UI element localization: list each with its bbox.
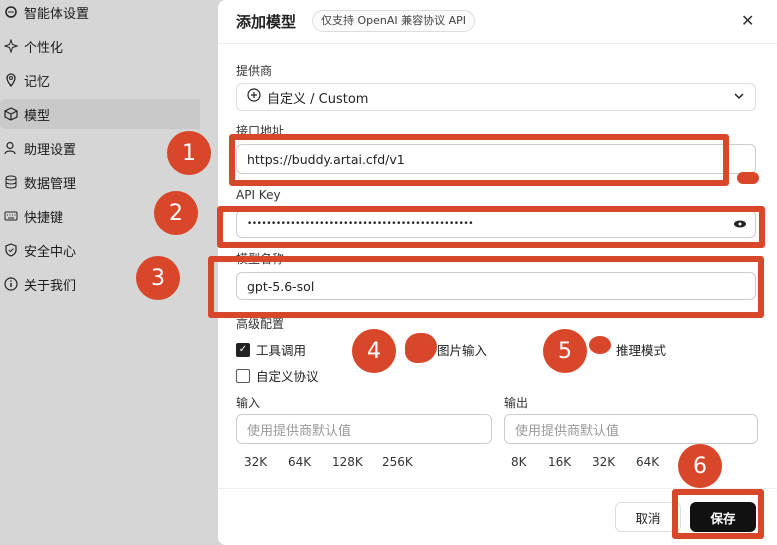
- cube-icon: [4, 107, 18, 121]
- annotation-number-2: 2: [154, 191, 198, 235]
- dialog-title: 添加模型: [236, 13, 297, 31]
- settings-sidebar: 智能体设置 个性化 记忆 模型 助理设置 数据管理 快捷键 安全中心 关于我们: [0, 0, 218, 545]
- image-input-checkbox[interactable]: 图片输入: [437, 340, 487, 359]
- annotation-box-endpoint: [229, 134, 729, 186]
- annotation-box-model-name: [208, 256, 764, 318]
- output-context-field[interactable]: 使用提供商默认值: [504, 414, 758, 444]
- plus-circle-icon: [247, 88, 261, 106]
- provider-select[interactable]: 自定义 / Custom: [236, 83, 756, 111]
- output-context-label: 输出: [504, 396, 529, 410]
- input-chip-64k[interactable]: 64K: [288, 455, 311, 469]
- checkbox-box: [236, 368, 250, 383]
- sparkle-icon: [4, 39, 18, 53]
- sidebar-item-label: 个性化: [24, 40, 64, 56]
- compat-badge: 仅支持 OpenAI 兼容协议 API: [312, 10, 476, 32]
- sidebar-item-label: 智能体设置: [24, 6, 90, 22]
- annotation-number-5: 5: [543, 329, 587, 373]
- sidebar-item-label: 数据管理: [24, 176, 77, 192]
- output-chip-64k[interactable]: 64K: [636, 455, 659, 469]
- annotation-number-3: 3: [136, 256, 180, 300]
- keyboard-icon: [4, 209, 18, 223]
- reasoning-checkbox[interactable]: 推理模式: [616, 340, 666, 359]
- agent-icon: [4, 5, 18, 19]
- sidebar-item-shortcuts[interactable]: 快捷键: [4, 201, 63, 231]
- placeholder-text: 使用提供商默认值: [515, 423, 620, 439]
- sidebar-item-assistant[interactable]: 助理设置: [4, 133, 76, 163]
- checkbox-label: 工具调用: [256, 343, 307, 358]
- annotation-box-save: [672, 489, 764, 539]
- sidebar-item-label: 助理设置: [24, 142, 77, 158]
- sidebar-item-label: 记忆: [24, 74, 51, 90]
- input-chip-32k[interactable]: 32K: [244, 455, 267, 469]
- annotation-number-1: 1: [167, 131, 211, 175]
- custom-protocol-checkbox[interactable]: 自定义协议: [236, 366, 319, 385]
- api-key-label: API Key: [236, 188, 281, 202]
- annotation-mark: [589, 336, 611, 354]
- database-icon: [4, 175, 18, 189]
- sidebar-item-agent[interactable]: 智能体设置: [4, 0, 89, 27]
- close-icon[interactable]: ✕: [741, 11, 754, 30]
- annotation-number-4: 4: [352, 329, 396, 373]
- user-icon: [4, 141, 18, 155]
- annotation-box-api-key: [217, 206, 765, 248]
- chevron-down-icon: [733, 90, 745, 106]
- checkbox-label: 图片输入: [437, 343, 488, 358]
- output-chip-8k[interactable]: 8K: [511, 455, 527, 469]
- checkbox-label: 自定义协议: [256, 369, 319, 384]
- info-icon: [4, 277, 18, 291]
- sidebar-item-security[interactable]: 安全中心: [4, 235, 76, 265]
- divider: [218, 43, 777, 44]
- placeholder-text: 使用提供商默认值: [247, 423, 352, 439]
- sidebar-item-memory[interactable]: 记忆: [4, 65, 50, 95]
- sidebar-item-label: 快捷键: [24, 210, 64, 226]
- sidebar-item-about[interactable]: 关于我们: [4, 269, 76, 299]
- shield-icon: [4, 243, 18, 257]
- input-context-label: 输入: [236, 396, 261, 410]
- provider-value: 自定义 / Custom: [267, 91, 369, 107]
- input-chip-128k[interactable]: 128K: [332, 455, 363, 469]
- checkbox-label: 推理模式: [616, 343, 667, 358]
- annotation-number-6: 6: [678, 444, 722, 488]
- sidebar-item-personalize[interactable]: 个性化: [4, 31, 63, 61]
- sidebar-item-label: 关于我们: [24, 278, 77, 294]
- input-chip-256k[interactable]: 256K: [382, 455, 413, 469]
- provider-label: 提供商: [236, 64, 273, 78]
- pin-icon: [4, 73, 18, 87]
- sidebar-item-label: 安全中心: [24, 244, 77, 260]
- annotation-mark: [737, 172, 759, 184]
- sidebar-item-data[interactable]: 数据管理: [4, 167, 76, 197]
- output-chip-16k[interactable]: 16K: [548, 455, 571, 469]
- check-icon: ✓: [236, 342, 250, 357]
- sidebar-item-models[interactable]: 模型: [0, 99, 204, 129]
- output-chip-32k[interactable]: 32K: [592, 455, 615, 469]
- input-context-field[interactable]: 使用提供商默认值: [236, 414, 492, 444]
- tool-call-checkbox[interactable]: ✓ 工具调用: [236, 340, 306, 359]
- sidebar-item-label: 模型: [24, 108, 51, 124]
